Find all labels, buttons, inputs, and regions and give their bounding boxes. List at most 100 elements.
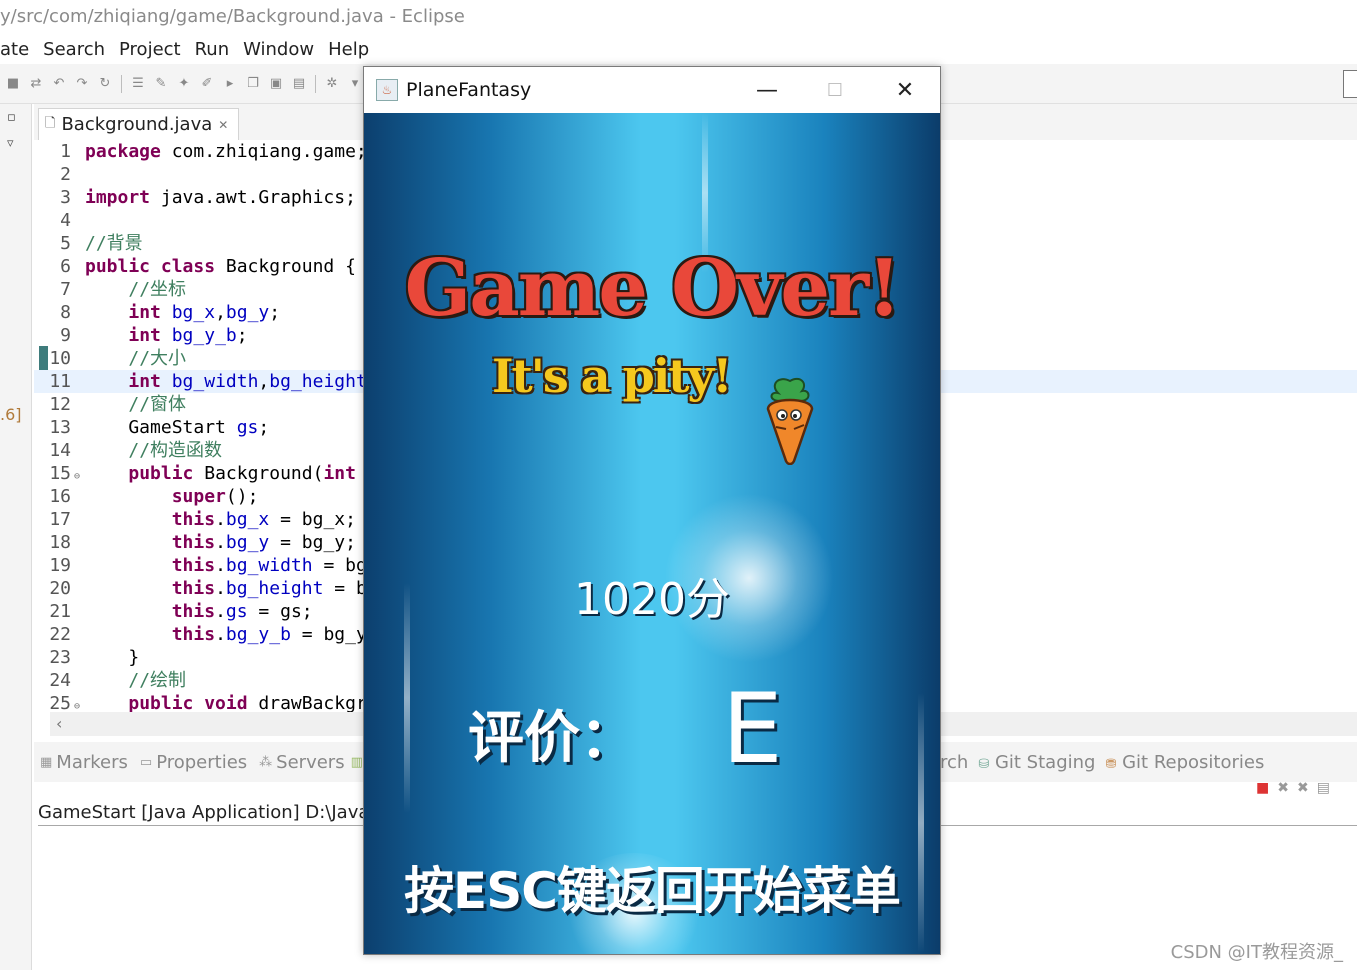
rating-label: 评价： <box>468 706 636 771</box>
remove-all-icon[interactable]: ✖ <box>1297 780 1309 796</box>
line-number: 7 <box>60 279 71 300</box>
watermark: CSDN @IT教程资源_ <box>1170 942 1343 963</box>
line-number: 12 <box>49 394 71 415</box>
line-number: 19 <box>49 555 71 576</box>
close-icon[interactable]: ✕ <box>218 118 228 132</box>
list-icon[interactable]: ☰ <box>131 76 145 91</box>
pity-subheading: It's a pity! <box>492 349 732 403</box>
rating-grade: E <box>722 673 783 785</box>
pin-icon[interactable]: ✦ <box>177 76 191 91</box>
tab-search[interactable]: rch <box>940 752 968 773</box>
window-title: y/src/com/zhiqiang/game/Background.java … <box>0 0 1357 34</box>
tab-git-staging-label: Git Staging <box>994 751 1096 773</box>
code-text: int bg_y_b; <box>128 325 248 346</box>
line-number: 18 <box>49 532 71 553</box>
tasks-icon[interactable]: ✎ <box>154 76 168 91</box>
toolbar-separator <box>315 74 316 93</box>
refresh-icon[interactable]: ↻ <box>98 76 112 91</box>
code-text: //大小 <box>128 348 187 369</box>
stop-icon[interactable]: ■ <box>6 76 20 91</box>
carrot-icon <box>766 377 814 465</box>
code-text: package com.zhiqiang.game; <box>85 141 367 162</box>
menu-item-window[interactable]: Window <box>243 39 314 60</box>
tab-servers[interactable]: ⁂ Servers <box>259 752 344 773</box>
bottom-panel-tabs-right: rch ⛁ Git Staging ⛃ Git Repositories <box>940 742 1264 782</box>
line-number: 15 <box>49 463 71 484</box>
code-text: public class Background { <box>85 256 356 277</box>
line-number: 20 <box>49 578 71 599</box>
java-file-icon: 🗋 <box>45 115 56 131</box>
box-icon[interactable]: ▣ <box>269 76 283 91</box>
score-text: 1020分 <box>574 574 730 625</box>
line-number: 22 <box>49 624 71 645</box>
code-text: this.bg_y_b = bg_y; <box>171 624 378 645</box>
code-text: int bg_width,bg_height; <box>128 371 377 392</box>
menu-item-navigate[interactable]: ate <box>0 39 29 60</box>
code-text: int bg_x,bg_y; <box>128 302 281 323</box>
line-number: 11 <box>49 371 71 392</box>
debug-icon[interactable]: ✲ <box>325 76 339 91</box>
quick-access-box[interactable] <box>1343 70 1357 98</box>
line-number: 4 <box>60 210 71 231</box>
left-trim-stack: ▫ ▿ <box>0 104 32 970</box>
undo-icon[interactable]: ↶ <box>52 76 66 91</box>
code-text: this.gs = gs; <box>171 601 313 622</box>
tab-servers-label: Servers <box>276 751 345 773</box>
chevron-down-icon[interactable]: ▾ <box>348 76 362 91</box>
tab-label: Background.java <box>61 114 213 135</box>
terminate-icon[interactable]: ■ <box>1256 780 1269 796</box>
code-text: this.bg_x = bg_x; <box>171 509 356 530</box>
remove-launch-icon[interactable]: ✖ <box>1277 780 1289 796</box>
code-text: import java.awt.Graphics; <box>85 187 356 208</box>
java-app-icon: ♨ <box>376 79 398 101</box>
code-text: //构造函数 <box>128 440 223 461</box>
tab-properties[interactable]: ▭ Properties <box>140 752 247 773</box>
redo-icon[interactable]: ↷ <box>75 76 89 91</box>
menu-item-help[interactable]: Help <box>328 39 369 60</box>
link-icon[interactable]: ⇄ <box>29 76 43 91</box>
line-number: 17 <box>49 509 71 530</box>
line-number: 9 <box>60 325 71 346</box>
chevron-down-icon[interactable]: ▿ <box>7 136 14 151</box>
restore-icon[interactable]: ▫ <box>7 110 16 125</box>
game-over-heading: Game Over! <box>404 243 902 334</box>
line-number: 3 <box>60 187 71 208</box>
close-button[interactable]: ✕ <box>870 67 940 113</box>
tab-background-java[interactable]: 🗋 Background.java ✕ <box>38 108 240 140</box>
esc-hint-text: 按ESC键返回开始菜单 <box>404 862 901 920</box>
chevron-left-icon[interactable]: ‹ <box>56 714 62 733</box>
code-text: this.bg_y = bg_y; <box>171 532 356 553</box>
console-menu-icon[interactable]: ▤ <box>1317 780 1330 796</box>
line-number: 6 <box>60 256 71 277</box>
tab-git-staging[interactable]: ⛁ Git Staging <box>978 752 1095 773</box>
doc-icon[interactable]: ▤ <box>292 76 306 91</box>
game-window: ♨ PlaneFantasy — ☐ ✕ Game Over! It's a p… <box>363 66 941 955</box>
line-number: 16 <box>49 486 71 507</box>
game-canvas[interactable]: Game Over! It's a pity! 1020分 评价： E 按ESC… <box>364 113 940 954</box>
menu-item-search[interactable]: Search <box>43 39 105 60</box>
copy-icon[interactable]: ❐ <box>246 76 260 91</box>
game-window-title: PlaneFantasy <box>406 79 532 101</box>
line-number: 8 <box>60 302 71 323</box>
data-source-icon[interactable]: ▥ <box>351 755 363 770</box>
maximize-button[interactable]: ☐ <box>800 67 870 113</box>
tab-git-repositories[interactable]: ⛃ Git Repositories <box>1105 752 1264 773</box>
code-text: } <box>85 647 140 668</box>
menu-item-project[interactable]: Project <box>119 39 181 60</box>
properties-icon: ▭ <box>139 754 153 770</box>
git-staging-icon: ⛁ <box>978 756 990 772</box>
code-text: //坐标 <box>128 279 187 300</box>
tab-git-repositories-label: Git Repositories <box>1122 751 1265 773</box>
run-icon[interactable]: ▸ <box>223 76 237 91</box>
markers-icon: ▦ <box>40 754 53 770</box>
minimize-button[interactable]: — <box>732 67 802 113</box>
code-text: GameStart gs; <box>85 417 270 438</box>
pencil-icon[interactable]: ✐ <box>200 76 214 91</box>
menu-item-run[interactable]: Run <box>195 39 230 60</box>
servers-icon: ⁂ <box>259 754 273 770</box>
code-text: //绘制 <box>128 670 187 691</box>
game-title-bar[interactable]: ♨ PlaneFantasy — ☐ ✕ <box>364 67 940 113</box>
tab-markers[interactable]: ▦ Markers <box>40 752 128 773</box>
code-text: //背景 <box>85 233 143 254</box>
line-number: 2 <box>60 164 71 185</box>
